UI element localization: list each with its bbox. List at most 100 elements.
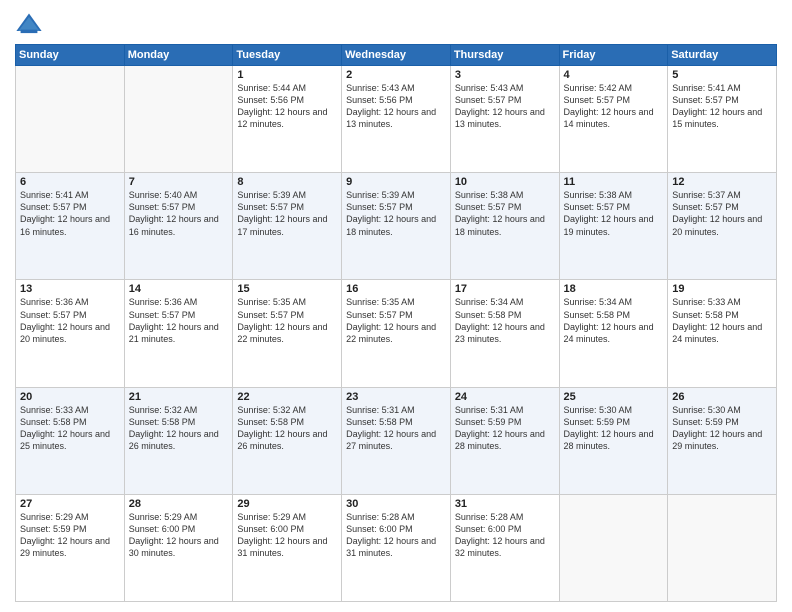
day-info: Sunrise: 5:32 AMSunset: 5:58 PMDaylight:… xyxy=(129,404,229,453)
day-info: Sunrise: 5:29 AMSunset: 6:00 PMDaylight:… xyxy=(129,511,229,560)
weekday-header-sunday: Sunday xyxy=(16,45,125,66)
day-info: Sunrise: 5:42 AMSunset: 5:57 PMDaylight:… xyxy=(564,82,664,131)
calendar-cell: 2Sunrise: 5:43 AMSunset: 5:56 PMDaylight… xyxy=(342,66,451,173)
day-info: Sunrise: 5:44 AMSunset: 5:56 PMDaylight:… xyxy=(237,82,337,131)
day-number: 10 xyxy=(455,176,555,188)
day-number: 19 xyxy=(672,283,772,295)
weekday-header-friday: Friday xyxy=(559,45,668,66)
calendar-cell: 15Sunrise: 5:35 AMSunset: 5:57 PMDayligh… xyxy=(233,280,342,387)
day-info: Sunrise: 5:30 AMSunset: 5:59 PMDaylight:… xyxy=(564,404,664,453)
day-number: 23 xyxy=(346,391,446,403)
calendar-cell: 11Sunrise: 5:38 AMSunset: 5:57 PMDayligh… xyxy=(559,173,668,280)
weekday-header-tuesday: Tuesday xyxy=(233,45,342,66)
day-info: Sunrise: 5:35 AMSunset: 5:57 PMDaylight:… xyxy=(237,296,337,345)
day-number: 5 xyxy=(672,69,772,81)
calendar-cell: 3Sunrise: 5:43 AMSunset: 5:57 PMDaylight… xyxy=(450,66,559,173)
calendar-cell: 8Sunrise: 5:39 AMSunset: 5:57 PMDaylight… xyxy=(233,173,342,280)
day-info: Sunrise: 5:34 AMSunset: 5:58 PMDaylight:… xyxy=(455,296,555,345)
day-info: Sunrise: 5:43 AMSunset: 5:57 PMDaylight:… xyxy=(455,82,555,131)
calendar-cell: 12Sunrise: 5:37 AMSunset: 5:57 PMDayligh… xyxy=(668,173,777,280)
day-number: 2 xyxy=(346,69,446,81)
day-number: 8 xyxy=(237,176,337,188)
logo-icon xyxy=(15,10,43,38)
day-number: 15 xyxy=(237,283,337,295)
weekday-header-saturday: Saturday xyxy=(668,45,777,66)
calendar-cell: 26Sunrise: 5:30 AMSunset: 5:59 PMDayligh… xyxy=(668,387,777,494)
day-number: 16 xyxy=(346,283,446,295)
weekday-header-thursday: Thursday xyxy=(450,45,559,66)
calendar-cell: 23Sunrise: 5:31 AMSunset: 5:58 PMDayligh… xyxy=(342,387,451,494)
day-info: Sunrise: 5:38 AMSunset: 5:57 PMDaylight:… xyxy=(455,189,555,238)
calendar-cell: 21Sunrise: 5:32 AMSunset: 5:58 PMDayligh… xyxy=(124,387,233,494)
day-info: Sunrise: 5:43 AMSunset: 5:56 PMDaylight:… xyxy=(346,82,446,131)
calendar-header-row: SundayMondayTuesdayWednesdayThursdayFrid… xyxy=(16,45,777,66)
day-number: 11 xyxy=(564,176,664,188)
calendar-cell: 6Sunrise: 5:41 AMSunset: 5:57 PMDaylight… xyxy=(16,173,125,280)
day-info: Sunrise: 5:32 AMSunset: 5:58 PMDaylight:… xyxy=(237,404,337,453)
day-number: 6 xyxy=(20,176,120,188)
day-info: Sunrise: 5:31 AMSunset: 5:59 PMDaylight:… xyxy=(455,404,555,453)
day-info: Sunrise: 5:29 AMSunset: 5:59 PMDaylight:… xyxy=(20,511,120,560)
calendar-cell: 18Sunrise: 5:34 AMSunset: 5:58 PMDayligh… xyxy=(559,280,668,387)
day-number: 26 xyxy=(672,391,772,403)
day-info: Sunrise: 5:35 AMSunset: 5:57 PMDaylight:… xyxy=(346,296,446,345)
day-number: 9 xyxy=(346,176,446,188)
day-number: 22 xyxy=(237,391,337,403)
calendar-cell: 10Sunrise: 5:38 AMSunset: 5:57 PMDayligh… xyxy=(450,173,559,280)
calendar-week-4: 20Sunrise: 5:33 AMSunset: 5:58 PMDayligh… xyxy=(16,387,777,494)
day-info: Sunrise: 5:36 AMSunset: 5:57 PMDaylight:… xyxy=(129,296,229,345)
day-number: 25 xyxy=(564,391,664,403)
day-info: Sunrise: 5:33 AMSunset: 5:58 PMDaylight:… xyxy=(20,404,120,453)
calendar-cell xyxy=(559,494,668,601)
day-number: 20 xyxy=(20,391,120,403)
day-number: 18 xyxy=(564,283,664,295)
day-info: Sunrise: 5:40 AMSunset: 5:57 PMDaylight:… xyxy=(129,189,229,238)
day-info: Sunrise: 5:29 AMSunset: 6:00 PMDaylight:… xyxy=(237,511,337,560)
calendar-cell xyxy=(668,494,777,601)
day-number: 29 xyxy=(237,498,337,510)
calendar-cell: 24Sunrise: 5:31 AMSunset: 5:59 PMDayligh… xyxy=(450,387,559,494)
day-number: 3 xyxy=(455,69,555,81)
day-info: Sunrise: 5:39 AMSunset: 5:57 PMDaylight:… xyxy=(237,189,337,238)
day-info: Sunrise: 5:28 AMSunset: 6:00 PMDaylight:… xyxy=(346,511,446,560)
calendar-week-5: 27Sunrise: 5:29 AMSunset: 5:59 PMDayligh… xyxy=(16,494,777,601)
day-number: 1 xyxy=(237,69,337,81)
day-info: Sunrise: 5:36 AMSunset: 5:57 PMDaylight:… xyxy=(20,296,120,345)
day-number: 21 xyxy=(129,391,229,403)
day-number: 30 xyxy=(346,498,446,510)
day-number: 27 xyxy=(20,498,120,510)
day-number: 17 xyxy=(455,283,555,295)
calendar-cell: 16Sunrise: 5:35 AMSunset: 5:57 PMDayligh… xyxy=(342,280,451,387)
calendar-cell xyxy=(124,66,233,173)
day-info: Sunrise: 5:30 AMSunset: 5:59 PMDaylight:… xyxy=(672,404,772,453)
logo xyxy=(15,10,47,38)
calendar-cell: 30Sunrise: 5:28 AMSunset: 6:00 PMDayligh… xyxy=(342,494,451,601)
calendar-cell: 1Sunrise: 5:44 AMSunset: 5:56 PMDaylight… xyxy=(233,66,342,173)
calendar-table: SundayMondayTuesdayWednesdayThursdayFrid… xyxy=(15,44,777,602)
header xyxy=(15,10,777,38)
day-number: 12 xyxy=(672,176,772,188)
calendar-week-3: 13Sunrise: 5:36 AMSunset: 5:57 PMDayligh… xyxy=(16,280,777,387)
calendar-cell: 29Sunrise: 5:29 AMSunset: 6:00 PMDayligh… xyxy=(233,494,342,601)
calendar-cell xyxy=(16,66,125,173)
calendar-week-2: 6Sunrise: 5:41 AMSunset: 5:57 PMDaylight… xyxy=(16,173,777,280)
calendar-cell: 14Sunrise: 5:36 AMSunset: 5:57 PMDayligh… xyxy=(124,280,233,387)
day-info: Sunrise: 5:37 AMSunset: 5:57 PMDaylight:… xyxy=(672,189,772,238)
day-number: 28 xyxy=(129,498,229,510)
day-number: 13 xyxy=(20,283,120,295)
day-info: Sunrise: 5:39 AMSunset: 5:57 PMDaylight:… xyxy=(346,189,446,238)
day-info: Sunrise: 5:31 AMSunset: 5:58 PMDaylight:… xyxy=(346,404,446,453)
calendar-cell: 7Sunrise: 5:40 AMSunset: 5:57 PMDaylight… xyxy=(124,173,233,280)
calendar-cell: 4Sunrise: 5:42 AMSunset: 5:57 PMDaylight… xyxy=(559,66,668,173)
calendar-cell: 27Sunrise: 5:29 AMSunset: 5:59 PMDayligh… xyxy=(16,494,125,601)
calendar-cell: 25Sunrise: 5:30 AMSunset: 5:59 PMDayligh… xyxy=(559,387,668,494)
page: SundayMondayTuesdayWednesdayThursdayFrid… xyxy=(0,0,792,612)
weekday-header-monday: Monday xyxy=(124,45,233,66)
calendar-week-1: 1Sunrise: 5:44 AMSunset: 5:56 PMDaylight… xyxy=(16,66,777,173)
day-info: Sunrise: 5:33 AMSunset: 5:58 PMDaylight:… xyxy=(672,296,772,345)
calendar-cell: 5Sunrise: 5:41 AMSunset: 5:57 PMDaylight… xyxy=(668,66,777,173)
calendar-cell: 19Sunrise: 5:33 AMSunset: 5:58 PMDayligh… xyxy=(668,280,777,387)
day-number: 4 xyxy=(564,69,664,81)
calendar-cell: 13Sunrise: 5:36 AMSunset: 5:57 PMDayligh… xyxy=(16,280,125,387)
weekday-header-wednesday: Wednesday xyxy=(342,45,451,66)
